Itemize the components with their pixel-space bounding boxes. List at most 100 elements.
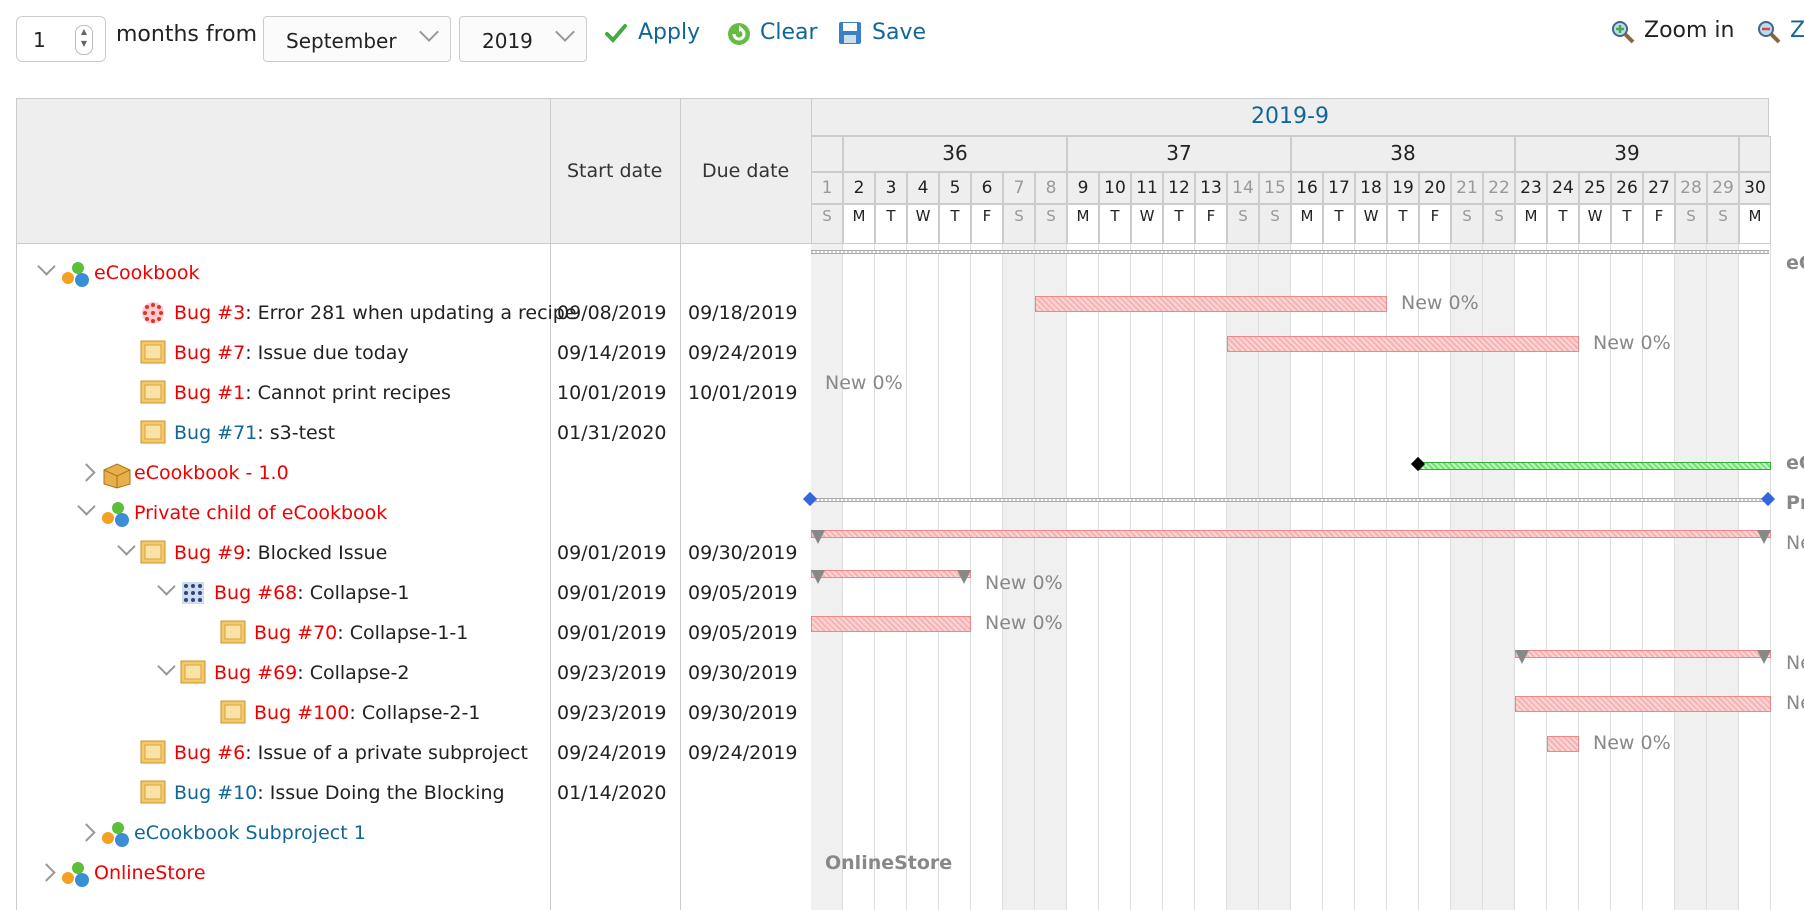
due-date-header[interactable]: Due date	[702, 160, 789, 182]
expand-arrow-icon[interactable]	[77, 463, 96, 482]
issue-link[interactable]: Bug #7	[174, 342, 245, 364]
stepper-arrows-icon[interactable]: ▲ ▼	[75, 25, 93, 55]
version-bar[interactable]	[1419, 462, 1771, 470]
collapse-arrow-icon[interactable]	[157, 657, 176, 676]
task-bar-label: New 0%	[825, 372, 903, 394]
collapse-arrow-icon[interactable]	[77, 497, 96, 516]
due-date-cell: 09/05/2019	[688, 582, 798, 604]
task-bar[interactable]	[1227, 336, 1579, 352]
parent-task-bar[interactable]	[811, 530, 1771, 538]
due-date-cell: 09/24/2019	[688, 342, 798, 364]
issue-title: : Blocked Issue	[245, 542, 388, 564]
issue-subject: eCookbook	[94, 262, 200, 284]
issue-link[interactable]: Bug #3	[174, 302, 245, 324]
issue-link[interactable]: Bug #69	[214, 662, 297, 684]
apply-label: Apply	[638, 20, 701, 45]
issue-title: : Cannot print recipes	[245, 382, 451, 404]
gantt-chart: 2019-9 36 37 38 39 1 2 3 4 5 6 7 8 9 10 11 12 13 14 15 16 1…	[802, 98, 1804, 910]
zoom-in-button[interactable]: Zoom in	[1610, 18, 1734, 43]
table-row: eCookbook Subproject 1	[16, 814, 811, 854]
bug-grid-icon	[180, 580, 206, 611]
table-row: Bug #68: Collapse-1 09/01/2019 09/05/2019	[16, 574, 811, 614]
issue-title: : Issue Doing the Blocking	[257, 782, 505, 804]
issue-link[interactable]: Bug #6	[174, 742, 245, 764]
start-date-cell: 01/14/2020	[557, 782, 667, 804]
issue-link[interactable]: eCookbook Subproject 1	[134, 822, 366, 844]
issue-subject: Bug #68: Collapse-1	[214, 582, 409, 604]
issue-subject: eCookbook Subproject 1	[134, 822, 366, 844]
zoom-in-icon	[1610, 19, 1635, 43]
task-bar[interactable]	[1035, 296, 1387, 312]
issue-link[interactable]: eCookbook	[94, 262, 200, 284]
project-endpoint-icon	[1760, 491, 1776, 507]
issue-link[interactable]: Bug #10	[174, 782, 257, 804]
save-button[interactable]: Save	[838, 20, 926, 45]
months-value: 1	[33, 28, 46, 52]
due-date-cell: 09/18/2019	[688, 302, 798, 324]
parent-bar-end-icon	[957, 570, 971, 584]
issue-subject: Bug #69: Collapse-2	[214, 662, 409, 684]
apply-button[interactable]: Apply	[604, 20, 700, 45]
issue-icon	[140, 340, 166, 369]
parent-task-bar[interactable]	[1515, 650, 1771, 658]
task-bar[interactable]	[811, 616, 971, 632]
issue-subject: Bug #100: Collapse-2-1	[254, 702, 480, 724]
issue-link[interactable]: Bug #71	[174, 422, 257, 444]
expand-arrow-icon[interactable]	[77, 823, 96, 842]
expand-arrow-icon[interactable]	[37, 863, 56, 882]
issue-icon	[220, 700, 246, 729]
issue-title: : Issue of a private subproject	[245, 742, 528, 764]
collapse-arrow-icon[interactable]	[37, 257, 56, 276]
table-row: Bug #6: Issue of a private subproject 09/…	[16, 734, 811, 774]
project-line	[811, 498, 1769, 502]
issue-link[interactable]: eCookbook - 1.0	[134, 462, 289, 484]
task-bar-label: Pr	[1786, 492, 1804, 514]
issue-title: : Error 281 when updating a recipe	[245, 302, 577, 324]
issue-subject: eCookbook - 1.0	[134, 462, 289, 484]
issue-link[interactable]: Bug #9	[174, 542, 245, 564]
due-date-cell: 09/05/2019	[688, 622, 798, 644]
issue-title: : s3-test	[257, 422, 336, 444]
year-select[interactable]: 2019	[459, 16, 587, 62]
task-bar-label: New 0%	[1593, 332, 1671, 354]
task-bar[interactable]	[1547, 736, 1579, 752]
task-bar-label: Ne	[1786, 532, 1804, 554]
start-date-cell: 09/24/2019	[557, 742, 667, 764]
issue-link[interactable]: Bug #100	[254, 702, 349, 724]
task-bar[interactable]	[1515, 696, 1771, 712]
clear-button[interactable]: Clear	[726, 20, 818, 45]
start-date-header[interactable]: Start date	[567, 160, 662, 182]
issue-link[interactable]: Bug #1	[174, 382, 245, 404]
issue-subject: Bug #71: s3-test	[174, 422, 335, 444]
issue-subject: Bug #1: Cannot print recipes	[174, 382, 451, 404]
due-date-cell: 09/30/2019	[688, 662, 798, 684]
task-bar-label: Ne	[1786, 652, 1804, 674]
issue-subject: Bug #6: Issue of a private subproject	[174, 742, 528, 764]
table-row: eCookbook - 1.0	[16, 454, 811, 494]
issue-link[interactable]: Bug #70	[254, 622, 337, 644]
start-date-cell: 10/01/2019	[557, 382, 667, 404]
issue-link[interactable]: OnlineStore	[94, 862, 206, 884]
project-icon	[100, 820, 132, 853]
zoom-out-button[interactable]: Z	[1756, 18, 1804, 43]
zoom-out-icon	[1756, 19, 1781, 43]
clear-label: Clear	[760, 20, 818, 45]
months-stepper[interactable]: 1 ▲ ▼	[16, 16, 106, 62]
start-date-cell: 01/31/2020	[557, 422, 667, 444]
due-date-cell: 09/30/2019	[688, 702, 798, 724]
month-select[interactable]: September	[263, 16, 451, 62]
issue-link[interactable]: Bug #68	[214, 582, 297, 604]
issue-subject: Bug #3: Error 281 when updating a recipe	[174, 302, 577, 324]
issue-link[interactable]: Private child of eCookbook	[134, 502, 387, 524]
collapse-arrow-icon[interactable]	[117, 537, 136, 556]
parent-bar-end-icon	[1515, 650, 1529, 664]
floppy-disk-icon	[838, 21, 862, 45]
collapse-arrow-icon[interactable]	[157, 577, 176, 596]
start-date-cell: 09/01/2019	[557, 582, 667, 604]
table-row: Bug #70: Collapse-1-1 09/01/2019 09/05/201…	[16, 614, 811, 654]
task-bar-label: OnlineStore	[825, 852, 953, 874]
parent-task-bar[interactable]	[811, 570, 971, 578]
task-bar-label: eC	[1786, 452, 1804, 474]
checkmark-icon	[604, 21, 628, 45]
chevron-down-icon	[555, 22, 575, 42]
